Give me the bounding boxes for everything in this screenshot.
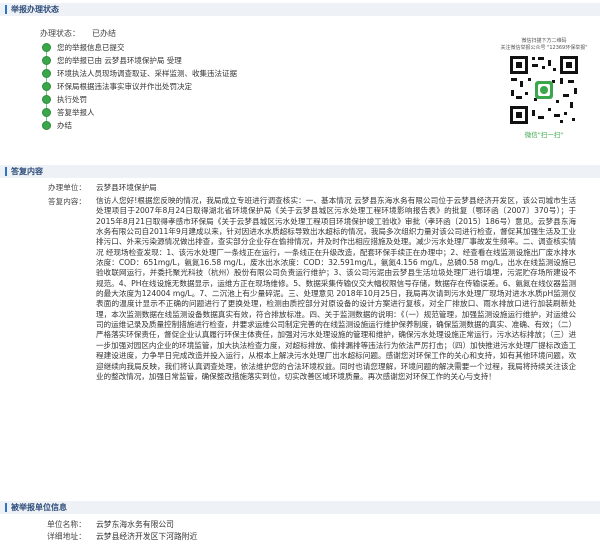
check-dot-icon: [42, 82, 51, 91]
unit-label: 办理单位：: [48, 183, 86, 192]
timeline-step: 环境执法人员现场调查取证、采样监测、收集违法证据: [40, 68, 237, 83]
step-label: 您的举报已由 云梦县环境保护局 受理: [57, 56, 182, 65]
reported-unit-name-row: 单位名称： 云梦东海水务有限公司: [0, 519, 600, 531]
step-label: 执行处罚: [57, 95, 87, 104]
qr-code-graphic: [508, 54, 580, 126]
timeline-step: 环保局根据违法事实审议并作出处罚决定: [40, 81, 237, 96]
processing-status: 办理状态： 已办结: [40, 28, 116, 39]
reply-content-row: 答复内容： 信访人您好!根据您反映的情况，我局成立专班进行调查核实：一、基本情况…: [0, 196, 600, 514]
check-dot-icon: [42, 95, 51, 104]
step-label: 办结: [57, 121, 72, 130]
status-label: 办理状态：: [40, 29, 80, 38]
reported-unit-label: 单位名称：: [47, 520, 86, 529]
section-title-status: 举报办理状态: [11, 5, 59, 14]
step-label: 答复举报人: [57, 108, 95, 117]
section-header-reply: 答复内容: [0, 165, 600, 178]
timeline-step: 办结: [40, 120, 237, 133]
check-dot-icon: [42, 108, 51, 117]
step-label: 您的举报信息已提交: [57, 43, 125, 52]
timeline-step: 您的举报已由 云梦县环境保护局 受理: [40, 55, 237, 70]
content-label: 答复内容：: [48, 197, 86, 206]
reply-table: 办理单位： 云梦县环境保护局 答复内容： 信访人您好!根据您反映的情况，我局成立…: [0, 182, 600, 514]
unit-value: 云梦县环境保护局: [96, 183, 157, 192]
section-header-reporter: 被举报单位信息: [0, 501, 600, 514]
step-label: 环保局根据违法事实审议并作出处罚决定: [57, 82, 192, 91]
address-value: 云梦县经济开发区下河路附近: [96, 532, 198, 541]
timeline-step: 您的举报信息已提交: [40, 42, 237, 57]
check-dot-icon: [42, 56, 51, 65]
timeline-step: 执行处罚: [40, 94, 237, 109]
section-header-status: 举报办理状态: [0, 3, 600, 16]
reply-content-text: 信访人您好!根据您反映的情况，我局成立专班进行调查核实：一、基本情况 云梦县东海…: [96, 196, 576, 381]
qr-account-note: 关注微信举报公众号 "12369环保举报": [500, 45, 588, 51]
timeline-step: 答复举报人: [40, 107, 237, 122]
wechat-qr-panel: 微信扫描下方二维码 关注微信举报公众号 "12369环保举报" 微信"扫一扫": [492, 38, 596, 139]
qr-caption: 微信"扫一扫": [524, 131, 564, 139]
reported-unit-info: 单位名称： 云梦东海水务有限公司 详细地址： 云梦县经济开发区下河路附近: [0, 519, 600, 543]
reported-address-row: 详细地址： 云梦县经济开发区下河路附近: [0, 531, 600, 543]
reply-unit-row: 办理单位： 云梦县环境保护局: [0, 182, 600, 196]
check-dot-icon: [42, 43, 51, 52]
section-title-reporter: 被举报单位信息: [11, 503, 67, 512]
qr-code-icon[interactable]: [508, 54, 580, 126]
section-accent-bar: [5, 167, 7, 176]
section-accent-bar: [5, 5, 7, 14]
status-value: 已办结: [92, 29, 116, 38]
address-label: 详细地址：: [47, 532, 86, 541]
check-dot-icon: [42, 121, 51, 130]
progress-timeline: 您的举报信息已提交 您的举报已由 云梦县环境保护局 受理 环境执法人员现场调查取…: [40, 42, 237, 133]
check-dot-icon: [42, 69, 51, 78]
section-accent-bar: [5, 503, 7, 512]
reported-unit-value: 云梦东海水务有限公司: [96, 520, 174, 529]
qr-instruction: 微信扫描下方二维码: [521, 38, 567, 44]
section-title-reply: 答复内容: [11, 167, 43, 176]
step-label: 环境执法人员现场调查取证、采样监测、收集违法证据: [57, 69, 237, 78]
